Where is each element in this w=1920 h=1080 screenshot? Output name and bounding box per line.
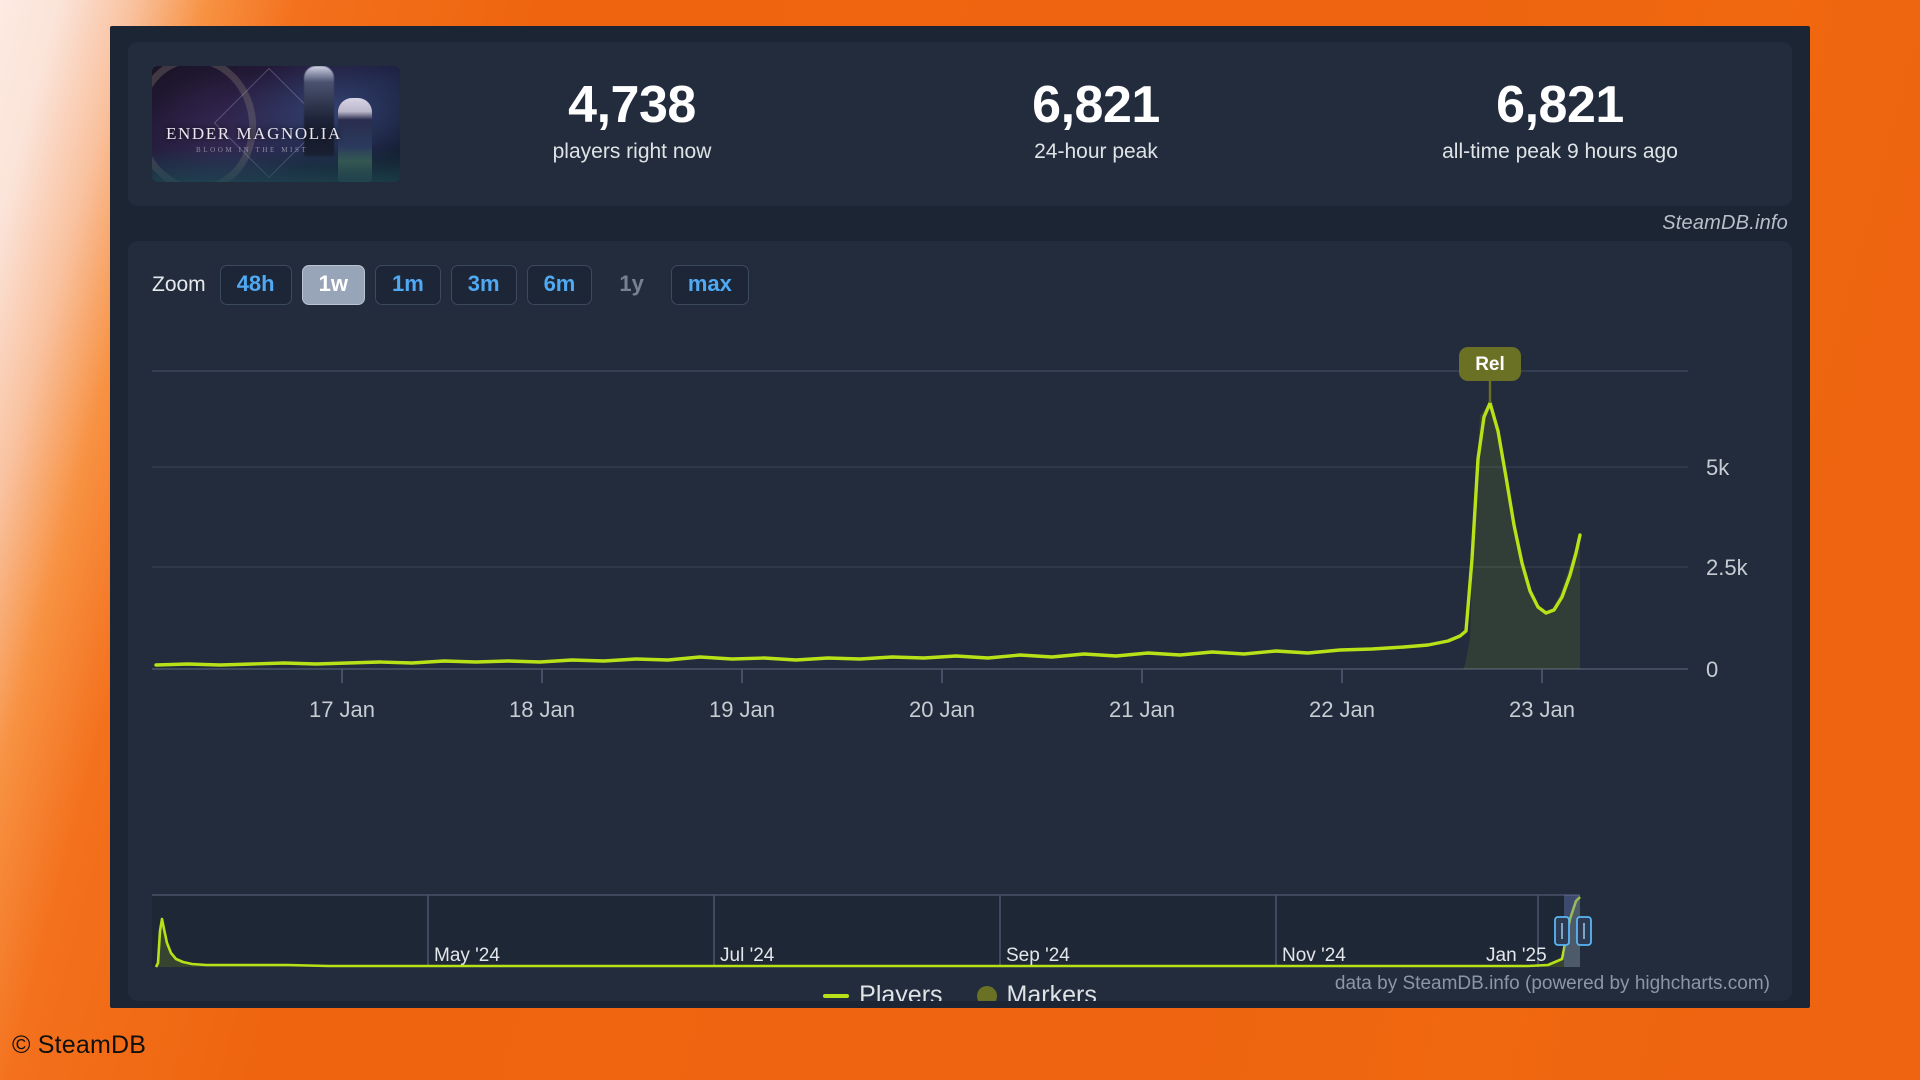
navigator-label-jul-24: Jul '24 (720, 945, 775, 966)
stat-label: 24-hour peak (1034, 139, 1158, 163)
chart-navigator[interactable]: May '24 Jul '24 Sep '24 Nov '24 Jan '25 (128, 889, 1792, 981)
stat-all-time-peak: 6,821 all-time peak 9 hours ago (1328, 78, 1792, 169)
legend-item-players[interactable]: Players (823, 981, 943, 1001)
y-axis-label-2500: 2.5k (1706, 555, 1749, 580)
range-selector: Zoom 48h 1w 1m 3m 6m 1y max (128, 241, 1792, 305)
navigator-handle-left[interactable] (1554, 916, 1570, 946)
stat-value: 4,738 (568, 76, 696, 135)
navigator-handle-right[interactable] (1576, 916, 1592, 946)
range-button-1y: 1y (602, 265, 660, 305)
range-button-6m[interactable]: 6m (526, 265, 593, 305)
game-title-text: ENDER MAGNOLIA (166, 124, 342, 143)
navigator-label-may-24: May '24 (434, 945, 500, 966)
range-button-max[interactable]: max (670, 265, 749, 305)
navigator-label-sep-24: Sep '24 (1006, 945, 1070, 966)
x-axis-label-17-jan: 17 Jan (309, 697, 375, 722)
x-axis-label-18-jan: 18 Jan (509, 697, 575, 722)
release-marker-label: Rel (1475, 354, 1505, 375)
stat-24-hour-peak: 6,821 24-hour peak (864, 78, 1328, 169)
game-subtitle-text: BLOOM IN THE MIST (196, 146, 309, 154)
x-axis-label-21-jan: 21 Jan (1109, 697, 1175, 722)
stat-label: players right now (552, 139, 712, 163)
x-axis-label-22-jan: 22 Jan (1309, 697, 1375, 722)
x-axis-ticks (341, 669, 1543, 683)
range-button-3m[interactable]: 3m (450, 265, 517, 305)
y-axis-label-5k: 5k (1706, 455, 1730, 480)
stat-players-right-now: 4,738 players right now (400, 78, 864, 169)
stat-value: 6,821 (1032, 76, 1160, 135)
range-button-1w[interactable]: 1w (301, 265, 365, 305)
legend-label: Players (859, 981, 943, 1001)
range-button-48h[interactable]: 48h (219, 265, 292, 305)
y-axis-label-0: 0 (1706, 657, 1718, 682)
steamdb-chart-card: ENDER MAGNOLIA BLOOM IN THE MIST 4,738 p… (110, 26, 1810, 1008)
stat-value: 6,821 (1496, 76, 1624, 135)
navigator-track[interactable] (152, 895, 1580, 967)
stats-panel: ENDER MAGNOLIA BLOOM IN THE MIST 4,738 p… (128, 42, 1792, 206)
legend-item-markers[interactable]: Markers (976, 981, 1097, 1001)
markers-dot-icon (976, 985, 997, 1001)
players-line-chart[interactable]: 5k 2.5k 0 17 Jan 18 Jan 19 Jan 20 Jan 21… (128, 339, 1792, 895)
release-marker[interactable]: Rel (1459, 347, 1521, 403)
stat-label: all-time peak 9 hours ago (1442, 139, 1678, 163)
players-series-line (154, 401, 1582, 667)
chart-panel: Zoom 48h 1w 1m 3m 6m 1y max 5k 2.5k 0 17… (128, 241, 1792, 1001)
zoom-label: Zoom (152, 273, 206, 296)
legend-label: Markers (1006, 981, 1097, 1001)
navigator-label-nov-24: Nov '24 (1282, 945, 1346, 966)
x-axis-label-19-jan: 19 Jan (709, 697, 775, 722)
navigator-svg[interactable]: May '24 Jul '24 Sep '24 Nov '24 Jan '25 (128, 889, 1792, 981)
game-capsule-image[interactable]: ENDER MAGNOLIA BLOOM IN THE MIST (152, 66, 400, 182)
navigator-label-jan-25: Jan '25 (1486, 945, 1547, 966)
plot-area[interactable]: 5k 2.5k 0 17 Jan 18 Jan 19 Jan 20 Jan 21… (128, 339, 1792, 895)
copyright-caption: © SteamDB (12, 1031, 147, 1059)
x-axis-label-23-jan: 23 Jan (1509, 697, 1575, 722)
players-line-icon (823, 993, 850, 998)
steamdb-watermark: SteamDB.info (1662, 212, 1788, 234)
x-axis-label-20-jan: 20 Jan (909, 697, 975, 722)
range-button-1m[interactable]: 1m (374, 265, 441, 305)
page-background: ENDER MAGNOLIA BLOOM IN THE MIST 4,738 p… (0, 0, 1920, 1080)
chart-credits[interactable]: data by SteamDB.info (powered by highcha… (1335, 973, 1770, 995)
